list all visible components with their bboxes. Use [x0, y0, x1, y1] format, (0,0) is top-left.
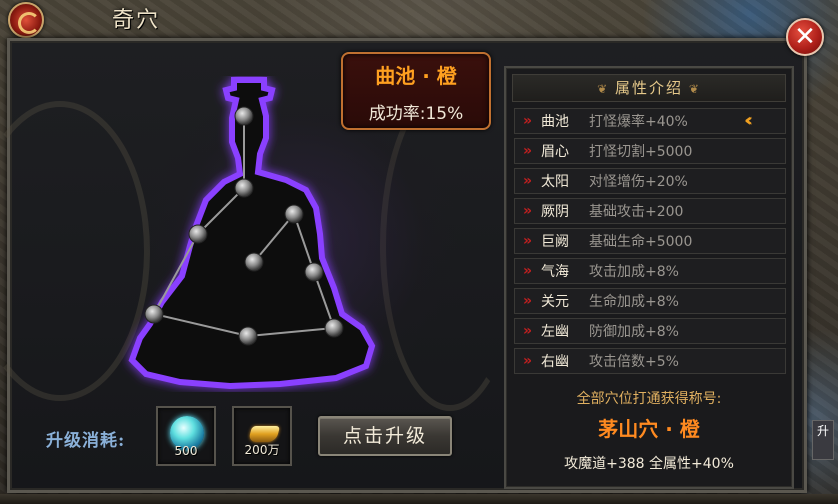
acupoint-node-icon — [304, 262, 324, 282]
attribute-effect: 打怪切割+5000 — [589, 144, 693, 160]
attribute-point: 曲池 — [541, 114, 569, 130]
cost-slot-gold[interactable]: 200万 — [232, 406, 292, 466]
reward-label: 全部穴位打通获得称号: — [576, 391, 722, 407]
attribute-panel: ❦ 属性介绍 ❦ » 曲池 打怪爆率+40% ‹‹ » 眉心 打怪切割+5000… — [504, 66, 794, 489]
acupoint-node-icon — [238, 326, 258, 346]
chevron-right-icon: » — [522, 173, 532, 189]
window-title: 奇穴 — [112, 8, 161, 33]
acupoint-node-icon — [144, 304, 164, 324]
attribute-row-meixin[interactable]: » 眉心 打怪切割+5000 — [514, 138, 786, 164]
attribute-row-taiyang[interactable]: » 太阳 对怪增伤+20% — [514, 168, 786, 194]
attribute-row-quchi[interactable]: » 曲池 打怪爆率+40% ‹‹ — [514, 108, 786, 134]
attribute-point: 气海 — [541, 264, 569, 280]
attribute-point: 太阳 — [541, 174, 569, 190]
selected-arrow-icon: ‹‹ — [744, 110, 753, 131]
upgrade-button[interactable]: 点击升级 — [318, 416, 452, 456]
attribute-effect: 基础攻击+200 — [589, 204, 684, 220]
chevron-right-icon: » — [522, 353, 532, 369]
attribute-panel-title: 属性介绍 — [614, 79, 683, 97]
attribute-point: 眉心 — [541, 144, 569, 160]
attribute-effect: 生命加成+8% — [589, 294, 679, 310]
attribute-point: 厥阴 — [541, 204, 569, 220]
acupoint-node-icon — [284, 204, 304, 224]
chevron-right-icon: » — [522, 263, 532, 279]
bottom-hud-strip — [0, 494, 838, 504]
acupoint-name: 曲池 · 橙 — [375, 64, 457, 88]
attribute-row-jueyin[interactable]: » 厥阴 基础攻击+200 — [514, 198, 786, 224]
gold-ingot-icon — [247, 426, 281, 442]
cost-quantity: 200万 — [244, 443, 280, 457]
selected-acupoint-card: 曲池 · 橙 成功率:15% — [341, 52, 491, 130]
attribute-effect: 防御加成+8% — [589, 324, 679, 340]
success-rate: 成功率:15% — [368, 104, 464, 124]
attribute-effect: 基础生命+5000 — [589, 234, 693, 250]
acupoint-node-icon — [244, 252, 264, 272]
reward-title: 茅山穴 · 橙 — [598, 417, 700, 441]
cost-quantity: 500 — [174, 444, 198, 458]
chevron-right-icon: » — [522, 323, 532, 339]
cost-label: 升级消耗: — [46, 431, 126, 451]
flourish-icon: ❦ — [683, 82, 701, 96]
attribute-row-qihai[interactable]: » 气海 攻击加成+8% — [514, 258, 786, 284]
acupoint-node-icon — [324, 318, 344, 338]
attribute-row-guanyuan[interactable]: » 关元 生命加成+8% — [514, 288, 786, 314]
chevron-right-icon: » — [522, 113, 532, 129]
flourish-icon: ❦ — [597, 82, 615, 96]
attribute-list: » 曲池 打怪爆率+40% ‹‹ » 眉心 打怪切割+5000 » 太阳 对怪增… — [514, 108, 786, 378]
chevron-right-icon: » — [522, 143, 532, 159]
attribute-panel-header: ❦ 属性介绍 ❦ — [512, 74, 786, 102]
attribute-row-juque[interactable]: » 巨阙 基础生命+5000 — [514, 228, 786, 254]
taiji-emblem-icon — [8, 2, 44, 38]
reward-stats: 攻魔道+388 全属性+40% — [564, 456, 734, 472]
edge-button[interactable]: 升 — [812, 420, 834, 460]
attribute-point: 巨阙 — [541, 234, 569, 250]
acupoint-node-icon — [234, 106, 254, 126]
chevron-right-icon: » — [522, 203, 532, 219]
acupoint-node-icon — [188, 224, 208, 244]
attribute-effect: 攻击倍数+5% — [589, 354, 679, 370]
attribute-row-zuoyou[interactable]: » 左幽 防御加成+8% — [514, 318, 786, 344]
attribute-point: 左幽 — [541, 324, 569, 340]
attribute-effect: 打怪爆率+40% — [589, 114, 688, 130]
attribute-row-youyou[interactable]: » 右幽 攻击倍数+5% — [514, 348, 786, 374]
chevron-right-icon: » — [522, 233, 532, 249]
acupoint-node-icon — [234, 178, 254, 198]
close-button[interactable]: ✕ — [786, 18, 824, 56]
attribute-effect: 对怪增伤+20% — [589, 174, 688, 190]
attribute-point: 右幽 — [541, 354, 569, 370]
chevron-right-icon: » — [522, 293, 532, 309]
cost-slot-spirit[interactable]: 500 — [156, 406, 216, 466]
attribute-point: 关元 — [541, 294, 569, 310]
attribute-effect: 攻击加成+8% — [589, 264, 679, 280]
